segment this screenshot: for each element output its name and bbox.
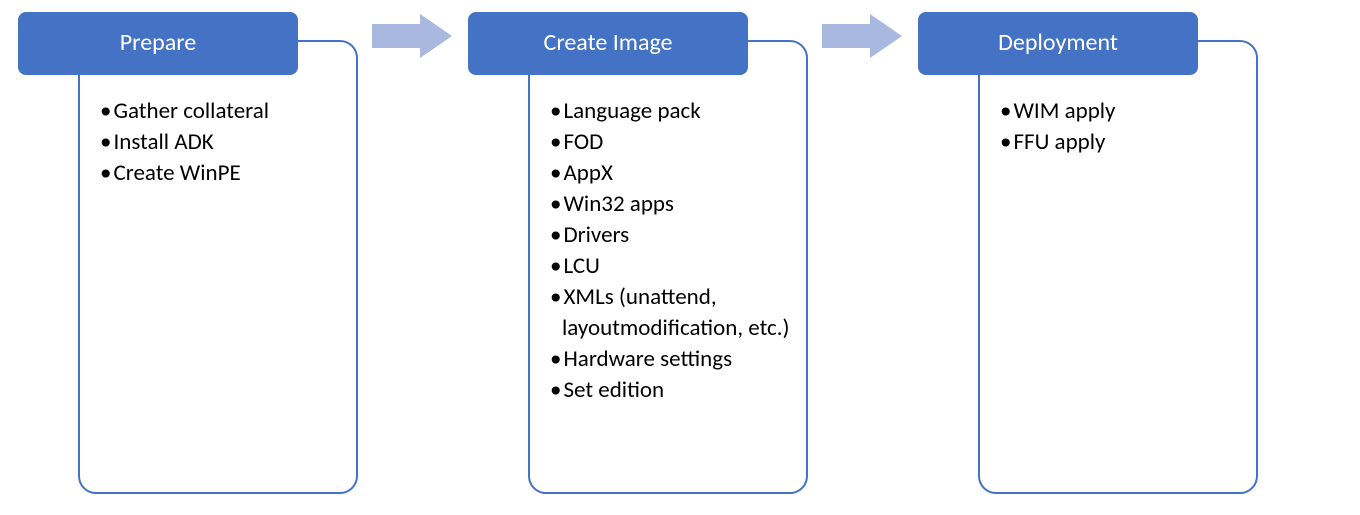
arrow-right-icon [372, 14, 452, 58]
list-item: Set edition [550, 375, 790, 406]
stage-title: Deployment [918, 12, 1198, 75]
list-item: LCU [550, 251, 790, 282]
stage-body: Gather collateral Install ADK Create Win… [78, 40, 358, 494]
stage-list: Gather collateral Install ADK Create Win… [100, 96, 340, 189]
list-item: Drivers [550, 220, 790, 251]
list-item: AppX [550, 158, 790, 189]
list-item: FOD [550, 127, 790, 158]
list-item: Language pack [550, 96, 790, 127]
arrow-right-icon [822, 14, 902, 58]
stage-body: Language pack FOD AppX Win32 apps Driver… [528, 40, 808, 494]
stage-title: Prepare [18, 12, 298, 75]
list-item: XMLs (unattend, layoutmodification, etc.… [550, 282, 790, 344]
stage-list: WIM apply FFU apply [1000, 96, 1240, 158]
list-item: Create WinPE [100, 158, 340, 189]
stage-list: Language pack FOD AppX Win32 apps Driver… [550, 96, 790, 406]
list-item: WIM apply [1000, 96, 1240, 127]
list-item: FFU apply [1000, 127, 1240, 158]
list-item: Win32 apps [550, 189, 790, 220]
list-item: Gather collateral [100, 96, 340, 127]
stage-body: WIM apply FFU apply [978, 40, 1258, 494]
list-item: Hardware settings [550, 344, 790, 375]
list-item: Install ADK [100, 127, 340, 158]
stage-title: Create Image [468, 12, 748, 75]
